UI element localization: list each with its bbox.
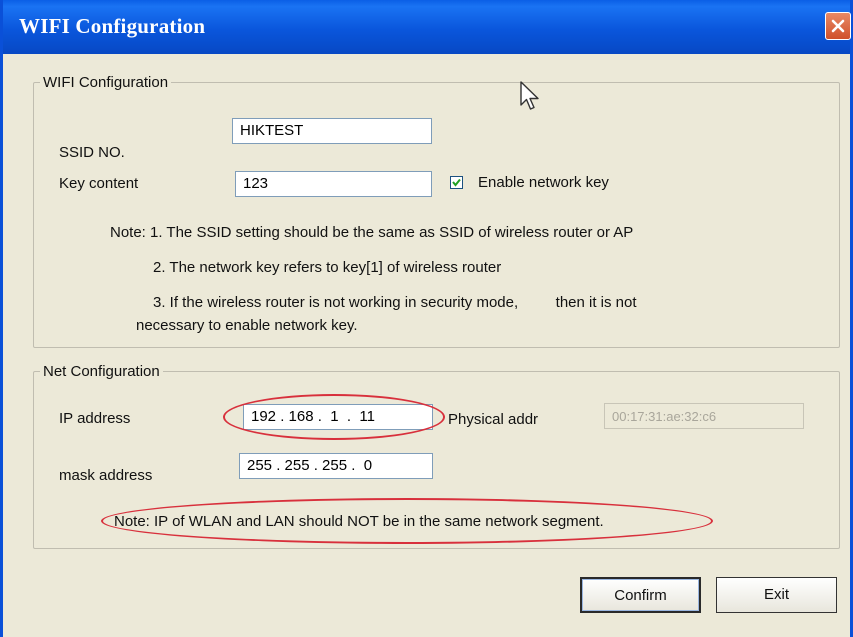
window-title: WIFI Configuration — [19, 14, 206, 38]
note-line-3: 3. If the wireless router is not working… — [153, 294, 637, 311]
exit-button[interactable]: Exit — [716, 577, 837, 613]
ssid-input[interactable]: HIKTEST — [232, 118, 432, 144]
physical-addr-label: Physical addr — [448, 411, 539, 428]
checkmark-icon — [452, 178, 461, 187]
key-content-input[interactable]: 123 — [235, 171, 432, 197]
close-icon — [831, 19, 845, 33]
wifi-configuration-dialog: WIFI Configuration WIFI Configuration SS… — [0, 0, 853, 637]
enable-network-key-checkbox[interactable] — [450, 176, 463, 189]
title-bar[interactable]: WIFI Configuration — [3, 0, 851, 54]
ip-address-input[interactable]: 192 . 168 . 1 . 11 — [243, 404, 433, 430]
note-line-2: 2. The network key refers to key[1] of w… — [153, 259, 502, 276]
key-content-label: Key content — [59, 175, 139, 192]
mask-address-label: mask address — [59, 467, 153, 484]
ssid-label: SSID NO. — [59, 144, 125, 161]
net-note: Note: IP of WLAN and LAN should NOT be i… — [114, 513, 604, 530]
note-line-4: necessary to enable network key. — [136, 317, 358, 334]
close-button[interactable] — [825, 12, 851, 40]
physical-addr-field: 00:17:31:ae:32:c6 — [604, 403, 804, 429]
mask-address-input[interactable]: 255 . 255 . 255 . 0 — [239, 453, 433, 479]
confirm-button[interactable]: Confirm — [580, 577, 701, 613]
wifi-group-legend: WIFI Configuration — [43, 74, 169, 91]
ip-address-label: IP address — [59, 410, 131, 427]
enable-network-key-label: Enable network key — [478, 174, 609, 191]
net-group-legend: Net Configuration — [43, 363, 160, 380]
note-line-1: Note: 1. The SSID setting should be the … — [110, 224, 634, 241]
mouse-pointer-icon — [520, 81, 539, 110]
